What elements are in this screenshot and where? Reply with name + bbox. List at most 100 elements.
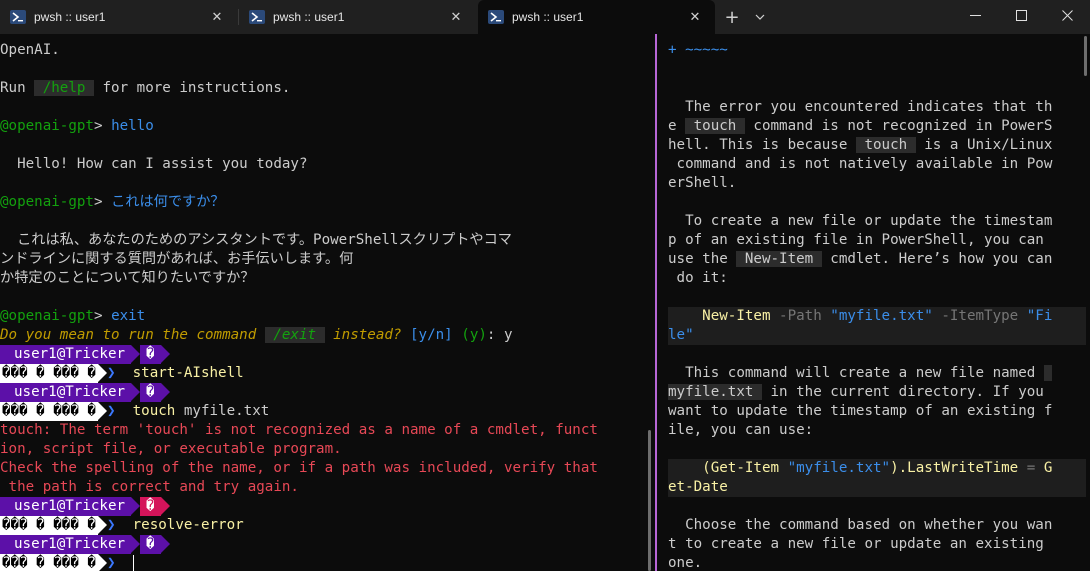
close-icon[interactable]: ✕ xyxy=(446,10,466,25)
command-text: start-AIshell xyxy=(132,365,244,381)
help-command: /help xyxy=(34,80,94,96)
user-answer: y xyxy=(504,327,513,343)
command-line: ��� � ��� � ❯ touch myfile.txt xyxy=(0,402,269,421)
powerline-arrow-icon xyxy=(160,535,170,553)
code-cmdlet: et-Date xyxy=(668,479,728,495)
reply-line: ile, you can use: xyxy=(668,422,814,438)
error-status-glyph: � xyxy=(140,497,161,516)
code-cmdlet: G xyxy=(1035,460,1053,476)
output-line: + ~~~~~ xyxy=(668,42,728,58)
reply-line: The error you encountered indicates that… xyxy=(668,99,1053,115)
command-line[interactable]: ��� � ��� � ❯ xyxy=(0,554,134,571)
chat-prompt-line: @openai-gpt> exit xyxy=(0,307,145,326)
output-line: OpenAI. xyxy=(0,42,60,58)
terminal-pane-right[interactable]: + ~~~~~ The error you encountered indica… xyxy=(657,34,1090,571)
text-cursor xyxy=(132,554,134,571)
prompt-gt: > xyxy=(93,118,112,134)
powerline-arrow-icon xyxy=(131,345,141,363)
error-line: touch: The term 'touch' is not recognize… xyxy=(0,422,598,438)
reply-line: use the New-Item cmdlet. Here’s how you … xyxy=(668,250,1052,269)
prompt-path: ��� � ��� � xyxy=(0,516,98,535)
powerline-arrow-icon xyxy=(97,554,107,571)
text: command is not recognized in PowerS xyxy=(744,118,1053,134)
code-param: -ItemType xyxy=(932,308,1027,324)
assistant-reply: ンドラインに関する質問があれば、お手伝いします。何 xyxy=(0,251,354,267)
user-query: hello xyxy=(111,118,154,134)
powerline-arrow-icon xyxy=(97,402,107,420)
status-glyph: � xyxy=(140,535,161,554)
powershell-icon xyxy=(249,10,265,24)
text: for more instructions. xyxy=(93,80,291,96)
powerline-prompt: user1@Tricker � xyxy=(0,535,170,554)
powerline-arrow-icon xyxy=(131,383,141,401)
terminal-pane-left[interactable]: OpenAI. Run /help for more instructions.… xyxy=(0,34,652,571)
code-string: "myfile.txt" xyxy=(830,308,933,324)
did-you-mean-line: Do you mean to run the command /exit ins… xyxy=(0,326,513,345)
powerline-arrow-icon xyxy=(97,364,107,382)
reply-line: Choose the command based on whether you … xyxy=(668,517,1053,533)
prompt-chevron-icon: ❯ xyxy=(106,403,116,419)
assistant-reply: Hello! How can I assist you today? xyxy=(0,156,308,172)
powerline-arrow-icon xyxy=(160,345,170,363)
command-line: ��� � ��� � ❯ start-AIshell xyxy=(0,364,244,383)
tab-3-active[interactable]: pwsh :: user1 ✕ xyxy=(478,0,715,34)
powershell-icon xyxy=(10,10,26,24)
close-window-icon[interactable] xyxy=(1044,0,1090,30)
close-icon[interactable]: ✕ xyxy=(685,10,705,25)
chat-prompt-name: @openai-gpt xyxy=(0,194,94,210)
powerline-arrow-icon xyxy=(131,535,141,553)
command-text: resolve-error xyxy=(132,517,244,533)
text: e xyxy=(668,118,686,134)
text: Do you mean to run the command xyxy=(0,327,265,343)
default-choice: (y) xyxy=(452,327,487,343)
reply-line: command and is not natively available in… xyxy=(668,156,1053,172)
code-param: -Path xyxy=(770,308,831,324)
text: hell. This is because xyxy=(668,137,856,153)
tab-2[interactable]: pwsh :: user1 ✕ xyxy=(239,0,476,34)
reply-line: want to update the timestamp of an exist… xyxy=(668,403,1053,419)
chat-prompt-name: @openai-gpt xyxy=(0,308,94,324)
code-property: ).LastWriteTime xyxy=(890,460,1027,476)
reply-line: e touch command is not recognized in Pow… xyxy=(668,117,1052,136)
text: cmdlet. Here’s how you can xyxy=(821,251,1053,267)
reply-line: do it: xyxy=(668,270,728,286)
powerline-arrow-icon xyxy=(97,516,107,534)
new-tab-button[interactable]: + xyxy=(717,0,747,34)
status-glyph: � xyxy=(140,345,161,364)
prompt-path: ��� � ��� � xyxy=(0,364,98,383)
inline-code: New-Item xyxy=(736,251,822,267)
inline-code: myfile.txt xyxy=(668,384,762,400)
command-text: touch xyxy=(132,403,176,419)
code-block-line: (Get-Item "myfile.txt").LastWriteTime = … xyxy=(668,459,1086,478)
tab-1[interactable]: pwsh :: user1 ✕ xyxy=(0,0,239,34)
assistant-reply: これは私、あなたのためのアシスタントです。PowerShellスクリプトやコマ xyxy=(0,232,512,248)
reply-line: t to create a new file or update an exis… xyxy=(668,536,1044,552)
powerline-arrow-icon xyxy=(160,497,170,515)
scrollbar-right[interactable] xyxy=(1084,36,1087,76)
code-cmdlet: New-Item xyxy=(668,308,771,324)
prompt-chevron-icon: ❯ xyxy=(106,365,116,381)
chevron-down-icon[interactable] xyxy=(747,0,773,34)
help-line: Run /help for more instructions. xyxy=(0,79,290,98)
error-line: Check the spelling of the name, or if a … xyxy=(0,460,598,476)
prompt-path: ��� � ��� � xyxy=(0,402,98,421)
maximize-icon[interactable] xyxy=(998,0,1044,30)
reply-line: erShell. xyxy=(668,175,737,191)
tab-title: pwsh :: user1 xyxy=(34,10,106,24)
code-block-line: le" xyxy=(668,326,1086,345)
reply-line: p of an existing file in PowerShell, you… xyxy=(668,232,1044,248)
text: This command will create a new file name… xyxy=(668,365,1044,381)
inline-code: touch xyxy=(685,118,745,134)
close-icon[interactable]: ✕ xyxy=(207,10,227,25)
error-line: the path is correct and try again. xyxy=(0,479,299,495)
chat-prompt-name: @openai-gpt xyxy=(0,118,94,134)
powerline-prompt: user1@Tricker � xyxy=(0,345,170,364)
error-line: ion, script file, or executable program. xyxy=(0,441,342,457)
scrollbar-left[interactable] xyxy=(648,430,651,571)
code-cmdlet: (Get-Item xyxy=(668,460,788,476)
command-line: ��� � ��� � ❯ resolve-error xyxy=(0,516,244,535)
window-controls xyxy=(952,0,1090,30)
reply-line: myfile.txt in the current directory. If … xyxy=(668,383,1044,402)
code-block-line: New-Item -Path "myfile.txt" -ItemType "F… xyxy=(668,307,1086,326)
minimize-icon[interactable] xyxy=(952,0,998,30)
